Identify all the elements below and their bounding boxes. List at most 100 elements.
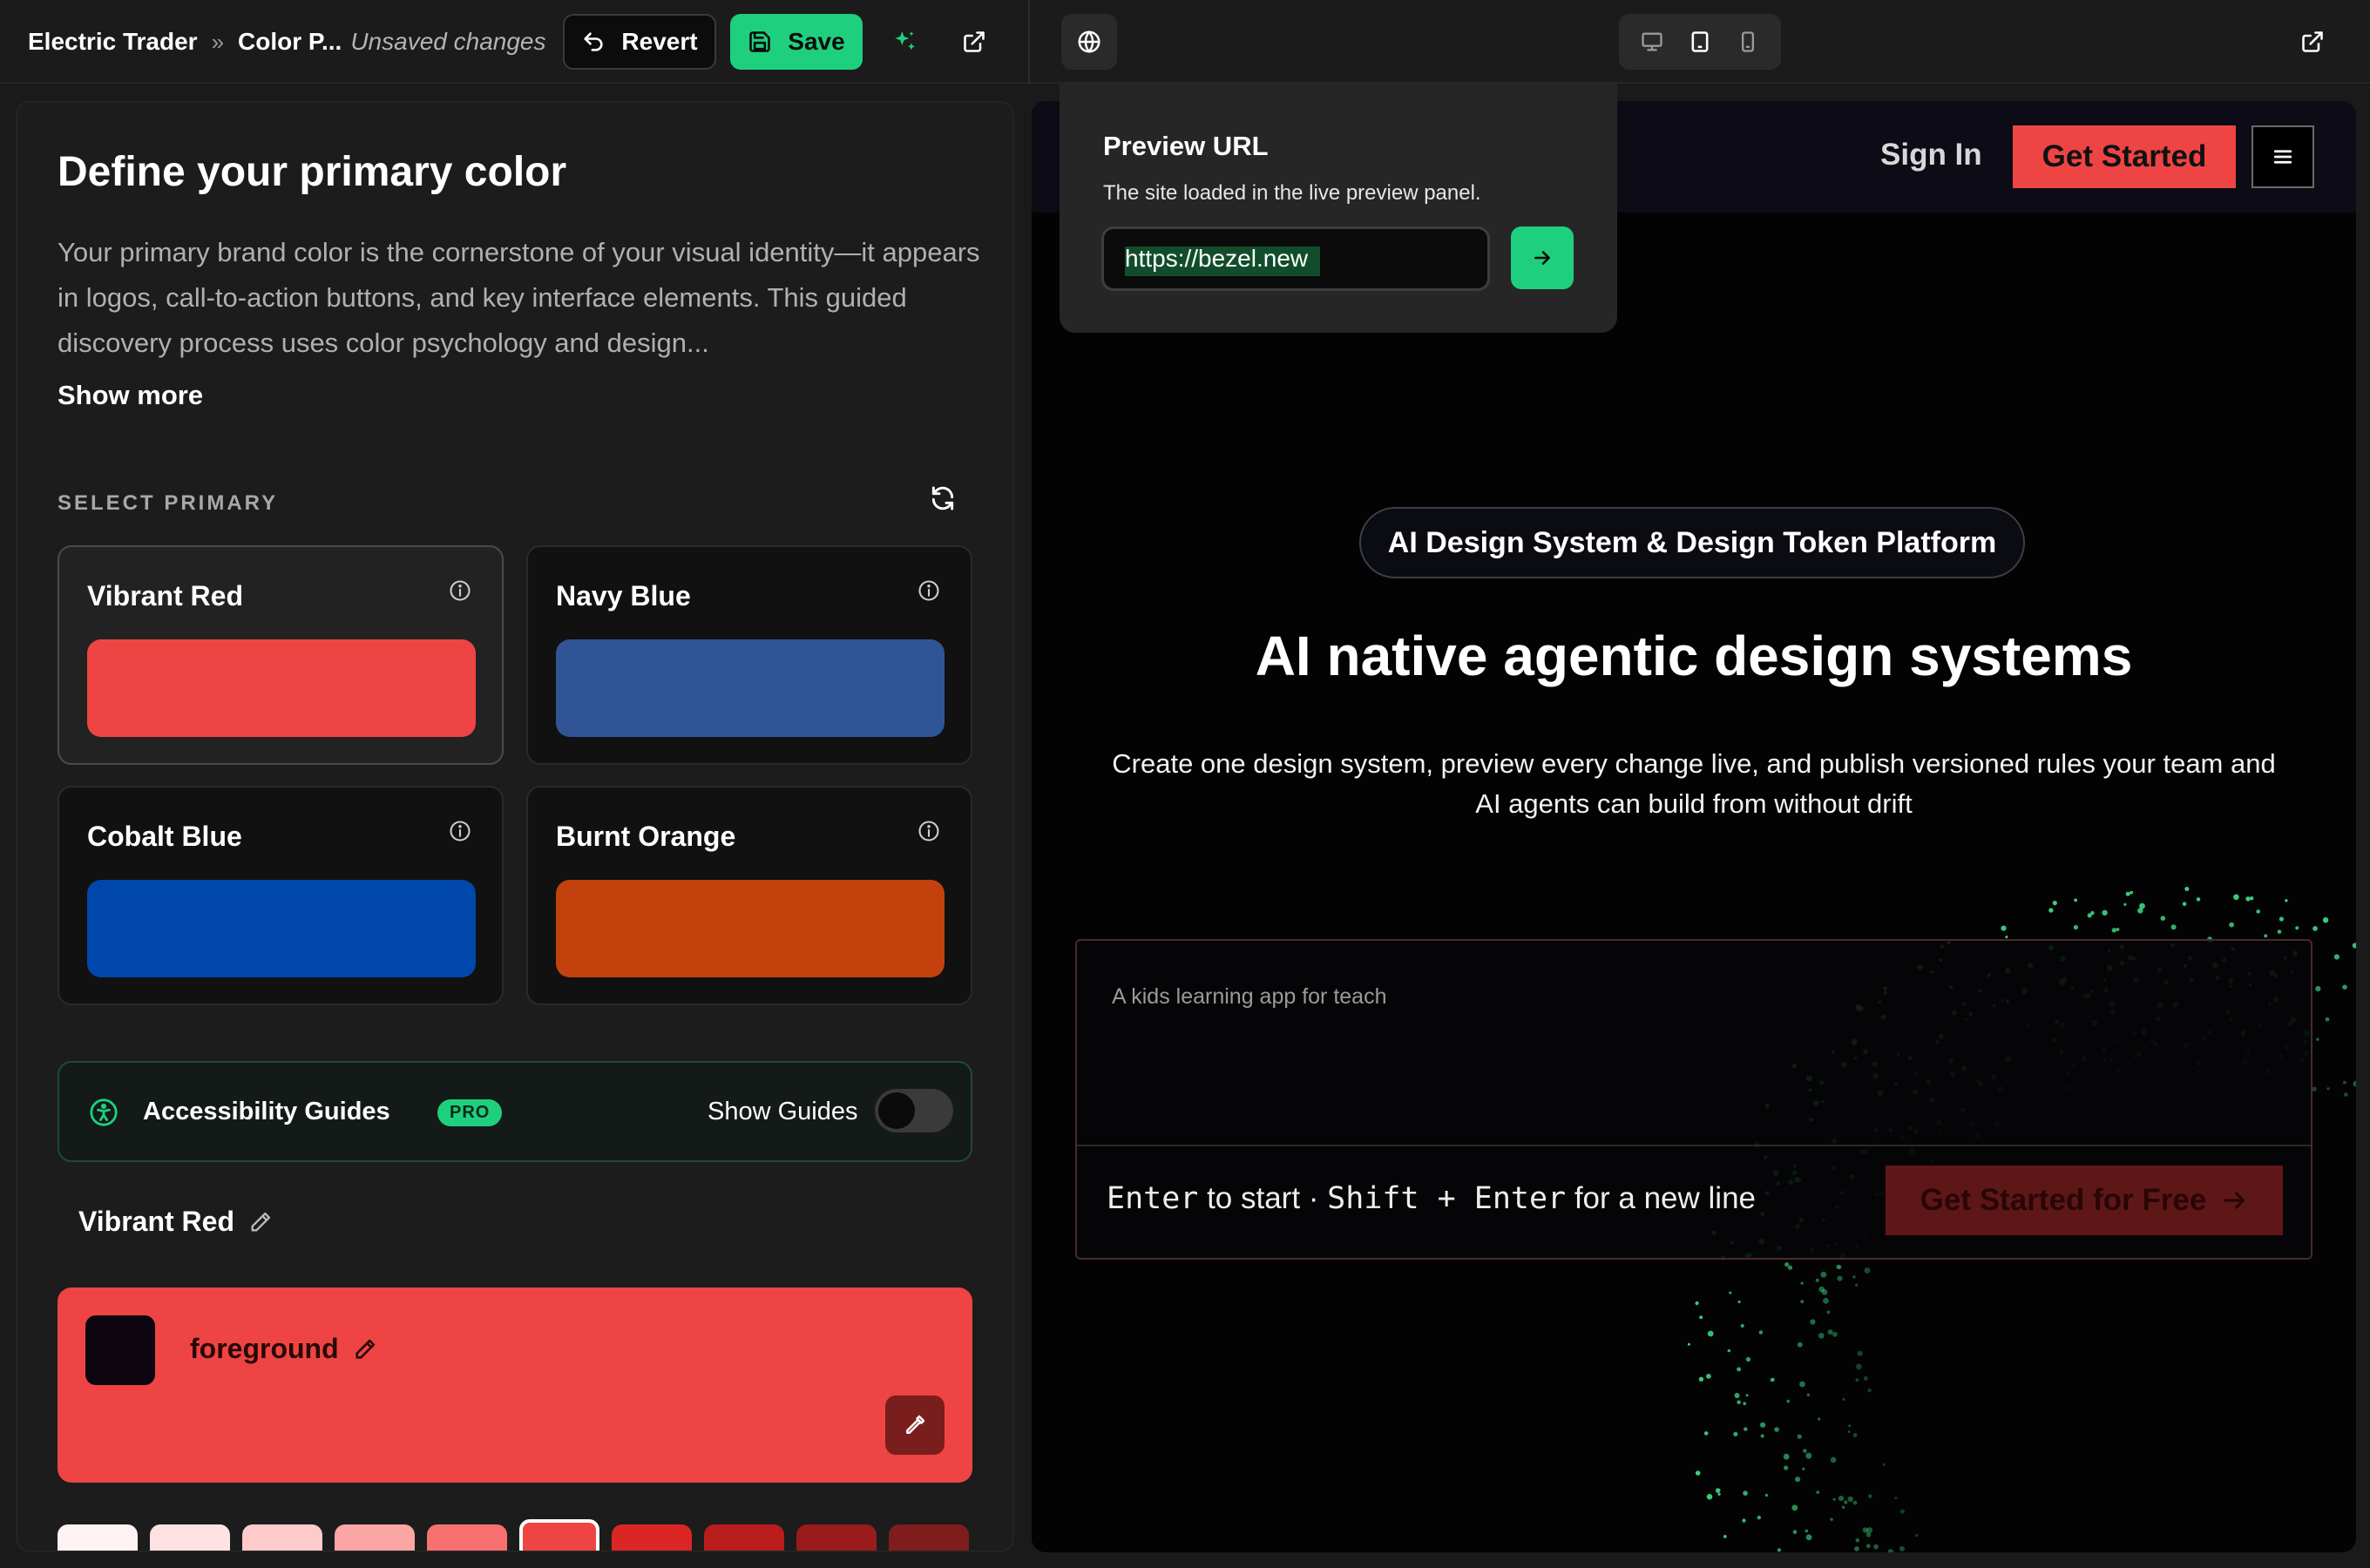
shade-swatch[interactable] (796, 1524, 877, 1551)
globe-dot (1873, 1544, 1879, 1550)
open-external-button[interactable] (950, 17, 999, 66)
globe-dot (1887, 1549, 1894, 1552)
globe-dot (1867, 1388, 1872, 1393)
open-preview-external-button[interactable] (2288, 17, 2337, 66)
globe-dot (2245, 896, 2251, 902)
shade-swatch[interactable] (889, 1524, 969, 1551)
shade-scale (58, 1511, 972, 1551)
breadcrumb-project[interactable]: Electric Trader (28, 28, 198, 56)
eyedropper-button[interactable] (885, 1396, 945, 1455)
get-started-button[interactable]: Get Started (2013, 125, 2236, 188)
info-icon[interactable] (448, 819, 472, 843)
globe-dot (1823, 1297, 1829, 1304)
shade-swatch[interactable] (150, 1524, 230, 1551)
globe-dot (1717, 1492, 1721, 1496)
breadcrumb-separator: » (211, 28, 225, 55)
info-icon[interactable] (448, 578, 472, 603)
load-url-button[interactable] (1511, 226, 1574, 289)
external-link-icon (2300, 30, 2325, 54)
shade-swatch-selected[interactable] (519, 1519, 599, 1551)
tablet-icon (1688, 30, 1712, 54)
globe-dot (1699, 1315, 1703, 1320)
pencil-icon[interactable] (353, 1337, 377, 1362)
color-swatch (556, 880, 945, 977)
globe-dot (2316, 1037, 2319, 1041)
color-card-burnt-orange[interactable]: Burnt Orange (526, 786, 972, 1005)
preview-url-input[interactable] (1104, 229, 1487, 288)
globe-icon (1076, 29, 1102, 55)
globe-dot (1821, 1289, 1828, 1295)
globe-dot (2277, 929, 2282, 934)
globe-dot (1791, 1504, 1798, 1511)
globe-dot (1847, 1430, 1851, 1434)
globe-dot (2352, 943, 2356, 949)
globe-dot (1856, 1363, 1862, 1370)
globe-dot (1863, 1375, 1868, 1381)
globe-dot (1830, 1517, 1833, 1521)
globe-dot (1706, 1374, 1711, 1379)
globe-dot (2196, 897, 2201, 902)
globe-dot (2312, 1086, 2317, 1092)
desktop-view-button[interactable] (1631, 21, 1673, 63)
globe-dot (1698, 1376, 1704, 1382)
color-card-navy-blue[interactable]: Navy Blue (526, 545, 972, 765)
revert-button[interactable]: Revert (563, 14, 716, 70)
globe-dot (1737, 1300, 1741, 1304)
foreground-swatch[interactable] (85, 1315, 155, 1385)
save-icon (748, 30, 772, 54)
globe-dot (1795, 1477, 1801, 1483)
color-card-cobalt-blue[interactable]: Cobalt Blue (58, 786, 504, 1005)
globe-dot (1734, 1393, 1740, 1398)
eyedropper-icon (902, 1412, 928, 1438)
globe-dot (1800, 1281, 1804, 1285)
selected-color-name: Vibrant Red (78, 1206, 234, 1237)
shade-swatch[interactable] (612, 1524, 692, 1551)
globe-dot (1894, 1497, 1898, 1499)
globe-dot (1820, 1271, 1827, 1278)
globe-dot (1783, 1453, 1790, 1460)
mobile-view-button[interactable] (1727, 21, 1769, 63)
globe-dot (1715, 1488, 1721, 1493)
breadcrumb-page[interactable]: Color P... (238, 28, 342, 56)
globe-dot (1852, 1433, 1858, 1437)
info-icon[interactable] (917, 819, 941, 843)
tablet-view-button[interactable] (1679, 21, 1721, 63)
prompt-text[interactable]: A kids learning app for teach (1112, 984, 1386, 1010)
refresh-icon[interactable] (929, 484, 957, 512)
globe-dot (1837, 1275, 1843, 1281)
preview-url-button[interactable] (1061, 14, 1117, 70)
ai-sparkle-button[interactable] (880, 17, 929, 66)
shade-swatch[interactable] (335, 1524, 415, 1551)
show-guides-toggle[interactable] (875, 1089, 953, 1132)
menu-button[interactable] (2252, 125, 2314, 188)
globe-dot (2160, 916, 2166, 921)
prompt-box[interactable]: A kids learning app for teach Enter to s… (1075, 939, 2312, 1260)
globe-dot (1737, 1400, 1741, 1404)
get-started-free-button[interactable]: Get Started for Free (1886, 1166, 2283, 1235)
globe-dot (1899, 1509, 1905, 1514)
globe-dot (1848, 1424, 1852, 1428)
kbd-shift: Shift (1327, 1181, 1419, 1216)
selected-color-title: Vibrant Red (78, 1206, 273, 1238)
globe-dot (2250, 896, 2254, 901)
globe-dot (2353, 1080, 2356, 1087)
pencil-icon[interactable] (248, 1210, 273, 1234)
show-guides-label: Show Guides (708, 1098, 858, 1125)
shade-swatch[interactable] (427, 1524, 507, 1551)
shade-swatch[interactable] (242, 1524, 322, 1551)
globe-dot (1842, 1398, 1845, 1401)
globe-dot (1797, 1434, 1802, 1439)
shade-swatch[interactable] (58, 1524, 138, 1551)
sign-in-link[interactable]: Sign In (1880, 138, 1982, 172)
globe-dot (1857, 1350, 1863, 1356)
save-button[interactable]: Save (730, 14, 863, 70)
show-more-link[interactable]: Show more (58, 380, 203, 411)
info-icon[interactable] (917, 578, 941, 603)
save-label: Save (788, 28, 845, 55)
globe-dot (1777, 1548, 1781, 1552)
color-card-vibrant-red[interactable]: Vibrant Red (58, 545, 504, 765)
globe-dot (1745, 1356, 1751, 1362)
shade-swatch[interactable] (704, 1524, 784, 1551)
globe-dot (2342, 984, 2347, 990)
globe-dot (1855, 1378, 1859, 1382)
